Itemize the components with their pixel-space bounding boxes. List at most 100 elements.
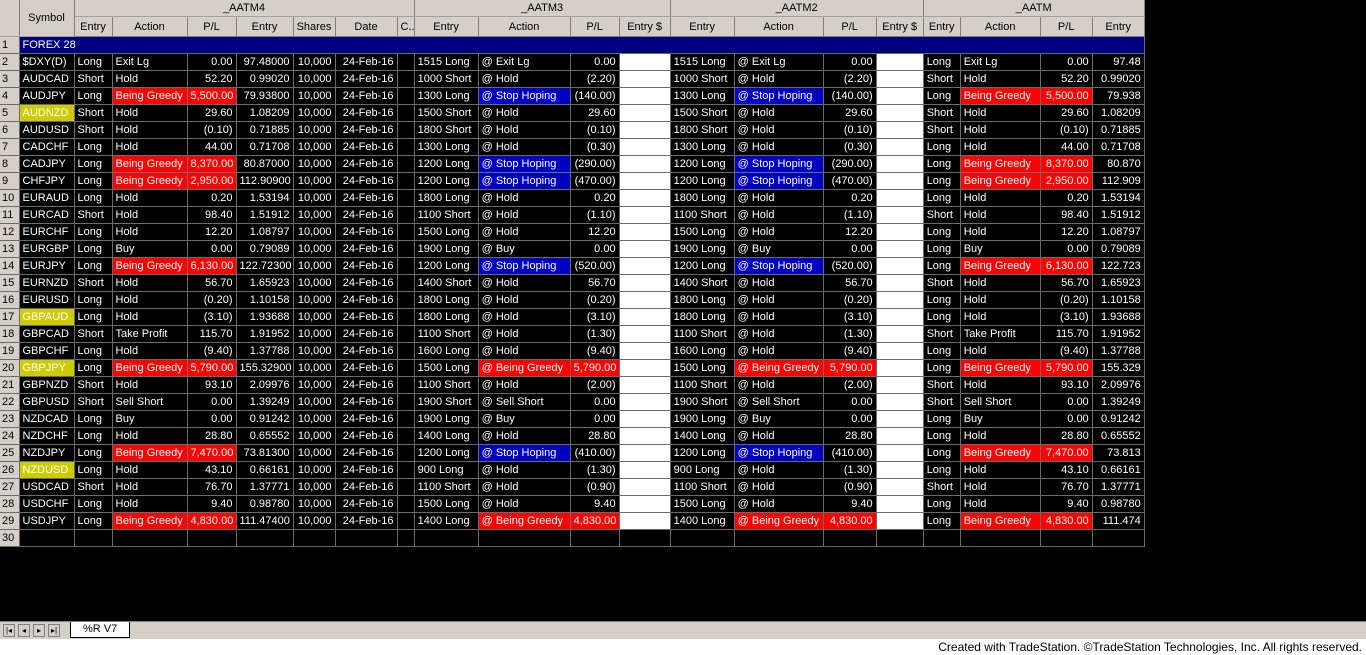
pl-cell[interactable]: 0.00 xyxy=(570,393,620,411)
entry-dollar-cell[interactable]: 0.98476 xyxy=(619,70,671,88)
entry-cell[interactable]: Short xyxy=(74,393,113,411)
entry-price-cell[interactable]: 2.09976 xyxy=(236,376,294,394)
symbol-cell[interactable]: CADCHF xyxy=(19,138,75,156)
table-row[interactable]: 15 EURNZD Short Hold 56.70 1.65923 10,000 24-Fe… xyxy=(0,274,1145,292)
entry-cell[interactable]: Long xyxy=(923,189,961,207)
pl-cell[interactable]: 0.20 xyxy=(570,189,620,207)
pl-cell[interactable]: (9.40) xyxy=(1040,342,1093,360)
action-cell[interactable]: @ Hold xyxy=(478,138,571,156)
column-header[interactable]: Action xyxy=(960,16,1041,37)
table-row[interactable]: 21 GBPNZD Short Hold 93.10 2.09976 10,000 24-Fe… xyxy=(0,376,1145,394)
date-cell[interactable]: 24-Feb-16 xyxy=(335,325,398,343)
empty-cell[interactable] xyxy=(478,529,571,547)
action-cell[interactable]: @ Hold xyxy=(734,291,824,309)
column-header[interactable]: Entry xyxy=(74,16,113,37)
c-cell[interactable] xyxy=(397,138,415,156)
empty-cell[interactable] xyxy=(619,529,671,547)
row-number[interactable]: 23 xyxy=(0,410,20,428)
date-cell[interactable]: 24-Feb-16 xyxy=(335,70,398,88)
date-cell[interactable]: 24-Feb-16 xyxy=(335,240,398,258)
c-cell[interactable] xyxy=(397,478,415,496)
entry-cell[interactable]: Long xyxy=(923,223,961,241)
pl-cell[interactable]: 93.10 xyxy=(1040,376,1093,394)
pl-cell[interactable]: 0.00 xyxy=(823,53,877,71)
date-cell[interactable]: 24-Feb-16 xyxy=(335,104,398,122)
entry-cell[interactable]: 1500 Long xyxy=(670,359,735,377)
entry-price-cell[interactable]: 0.71885 xyxy=(236,121,294,139)
pl-cell[interactable]: 0.00 xyxy=(823,240,877,258)
action-cell[interactable]: Being Greedy xyxy=(112,512,188,530)
action-cell[interactable]: @ Stop Hoping xyxy=(734,172,824,190)
entry-dollar-cell[interactable]: 97.48 xyxy=(619,53,671,71)
shares-cell[interactable]: 10,000 xyxy=(293,87,336,105)
action-cell[interactable]: @ Sell Short xyxy=(478,393,571,411)
pl-cell[interactable]: 0.00 xyxy=(1040,393,1093,411)
empty-cell[interactable] xyxy=(1092,529,1145,547)
entry-cell[interactable]: Long xyxy=(74,342,113,360)
c-cell[interactable] xyxy=(397,155,415,173)
empty-cell[interactable] xyxy=(293,529,336,547)
action-cell[interactable]: Hold xyxy=(112,376,188,394)
shares-cell[interactable]: 10,000 xyxy=(293,461,336,479)
action-cell[interactable]: @ Stop Hoping xyxy=(734,155,824,173)
shares-cell[interactable]: 10,000 xyxy=(293,444,336,462)
table-row[interactable]: 14 EURJPY Long Being Greedy 6,130.00 122.7230… xyxy=(0,257,1145,275)
action-cell[interactable]: @ Exit Lg xyxy=(734,53,824,71)
row-number[interactable]: 17 xyxy=(0,308,20,326)
action-cell[interactable]: @ Hold xyxy=(734,495,824,513)
entry-cell[interactable]: Short xyxy=(74,376,113,394)
entry-cell[interactable]: Long xyxy=(74,444,113,462)
entry-dollar-cell[interactable]: 1.37788 xyxy=(876,342,924,360)
pl-cell[interactable]: 28.80 xyxy=(823,427,877,445)
action-cell[interactable]: @ Hold xyxy=(734,376,824,394)
entry-price-cell[interactable]: 1.51912 xyxy=(236,206,294,224)
entry-cell[interactable]: 1400 Long xyxy=(670,427,735,445)
entry-cell[interactable]: Long xyxy=(923,172,961,190)
empty-cell[interactable] xyxy=(414,529,479,547)
c-cell[interactable] xyxy=(397,53,415,71)
pl-cell[interactable]: 0.20 xyxy=(187,189,237,207)
date-cell[interactable]: 24-Feb-16 xyxy=(335,206,398,224)
action-cell[interactable]: Hold xyxy=(112,427,188,445)
entry-cell[interactable]: 1200 Long xyxy=(414,172,479,190)
symbol-cell[interactable]: EURCHF xyxy=(19,223,75,241)
action-cell[interactable]: @ Hold xyxy=(734,478,824,496)
pl-cell[interactable]: 44.00 xyxy=(1040,138,1093,156)
entry-dollar-cell[interactable]: 1.08209 xyxy=(619,104,671,122)
entry-dollar-cell[interactable]: 1.36995 xyxy=(876,478,924,496)
pl-cell[interactable]: (1.10) xyxy=(570,206,620,224)
entry-cell[interactable]: 1100 Short xyxy=(414,478,479,496)
entry-cell[interactable]: Long xyxy=(923,495,961,513)
pl-cell[interactable]: 4,830.00 xyxy=(570,512,620,530)
shares-cell[interactable]: 10,000 xyxy=(293,172,336,190)
pl-cell[interactable]: 4,830.00 xyxy=(1040,512,1093,530)
c-cell[interactable] xyxy=(397,291,415,309)
entry-price-cell[interactable]: 1.10158 xyxy=(236,291,294,309)
symbol-cell[interactable]: GBPCHF xyxy=(19,342,75,360)
entry-dollar-cell[interactable]: 0.98780 xyxy=(619,495,671,513)
date-cell[interactable]: 24-Feb-16 xyxy=(335,359,398,377)
entry-cell[interactable]: 1500 Long xyxy=(414,359,479,377)
entry-cell[interactable]: 1900 Long xyxy=(414,410,479,428)
entry-cell[interactable]: 73.813 xyxy=(1092,444,1145,462)
entry-cell[interactable]: Long xyxy=(923,155,961,173)
column-header[interactable]: Date xyxy=(335,16,398,37)
table-row[interactable]: 13 EURGBP Long Buy 0.00 0.79089 10,000 24-Feb-1… xyxy=(0,240,1145,258)
pl-cell[interactable]: (1.30) xyxy=(570,325,620,343)
action-cell[interactable]: Hold xyxy=(960,223,1041,241)
shares-cell[interactable]: 10,000 xyxy=(293,274,336,292)
c-cell[interactable] xyxy=(397,461,415,479)
symbol-cell[interactable]: USDJPY xyxy=(19,512,75,530)
entry-cell[interactable]: 1800 Long xyxy=(670,308,735,326)
entry-cell[interactable]: Long xyxy=(74,155,113,173)
group-header-aatm[interactable]: _AATM xyxy=(923,0,1145,17)
pl-cell[interactable]: 44.00 xyxy=(187,138,237,156)
pl-cell[interactable]: 5,500.00 xyxy=(187,87,237,105)
entry-cell[interactable]: 1.39249 xyxy=(1092,393,1145,411)
entry-dollar-cell[interactable]: 0.91242 xyxy=(619,410,671,428)
row-number[interactable]: 26 xyxy=(0,461,20,479)
date-cell[interactable]: 24-Feb-16 xyxy=(335,393,398,411)
entry-dollar-cell[interactable]: 1.50917 xyxy=(619,206,671,224)
entry-price-cell[interactable]: 73.81300 xyxy=(236,444,294,462)
row-number[interactable]: 9 xyxy=(0,172,20,190)
